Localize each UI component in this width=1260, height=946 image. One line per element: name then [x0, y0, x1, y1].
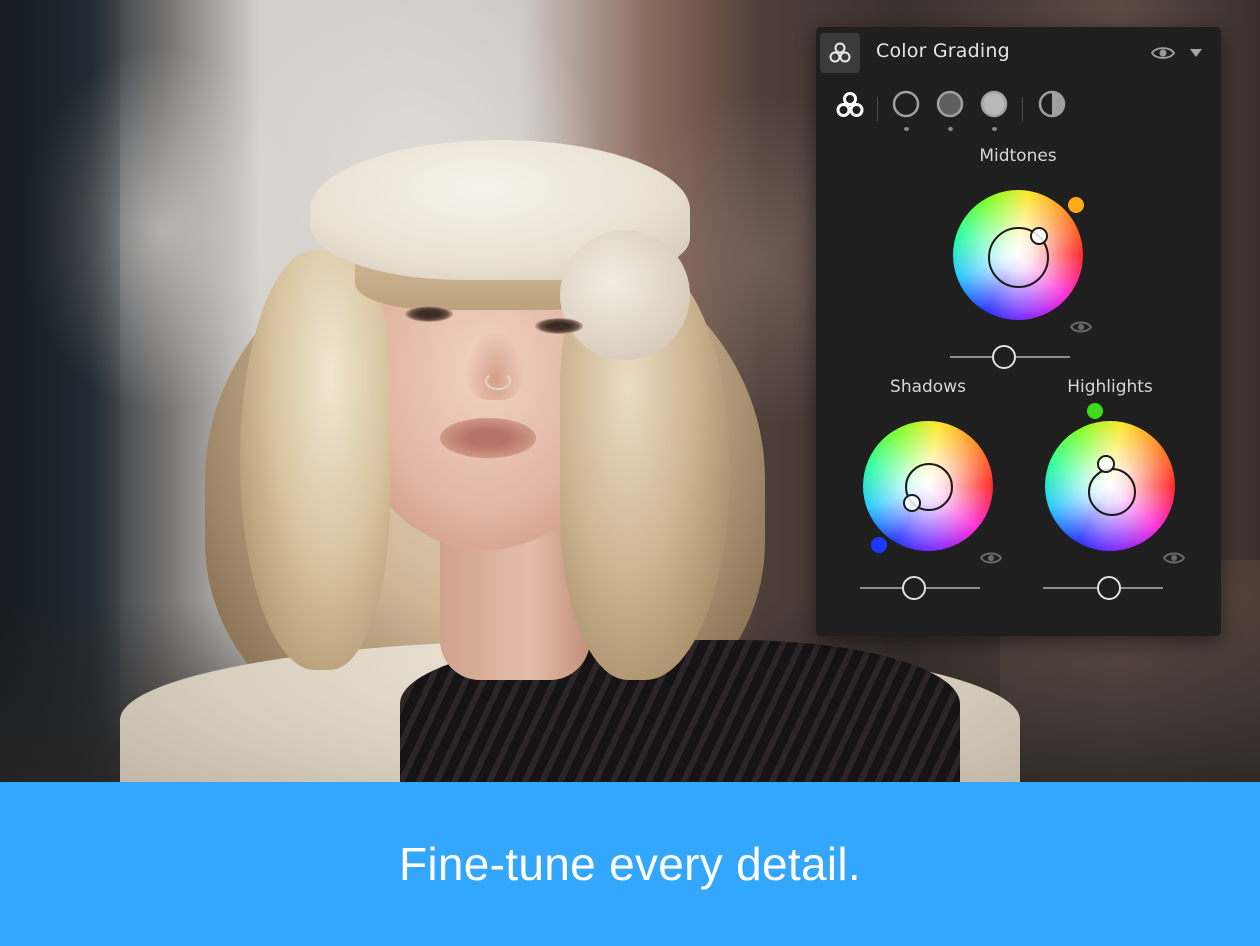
midtones-wheel-container — [953, 190, 1083, 320]
subject-lips — [440, 418, 536, 458]
subject-eye-right — [535, 318, 583, 334]
mode-separator — [877, 97, 878, 121]
three-way-mode-button[interactable] — [833, 89, 867, 131]
mode-indicator-dot — [947, 127, 953, 131]
panel-header[interactable]: Color Grading — [816, 27, 1221, 81]
midtones-wheel-handle[interactable] — [1030, 227, 1048, 245]
shadows-wheel-container — [863, 421, 993, 551]
caption-banner: Fine-tune every detail. — [0, 782, 1260, 946]
grading-mode-selector — [816, 87, 1221, 137]
shadows-label: Shadows — [890, 377, 966, 397]
highlights-wheel-container — [1045, 421, 1175, 551]
slider-knob[interactable] — [992, 345, 1016, 369]
shadows-hue-dot[interactable] — [871, 537, 887, 553]
midtones-luminance-slider[interactable] — [950, 345, 1070, 369]
midtones-label: Midtones — [979, 146, 1057, 166]
highlights-label: Highlights — [1067, 377, 1153, 397]
panel-title: Color Grading — [876, 40, 1010, 62]
highlights-luminance-ring — [1088, 468, 1136, 516]
half-circle-icon — [1037, 89, 1067, 123]
midtones-hue-dot[interactable] — [1068, 197, 1084, 213]
light-circle-icon — [979, 89, 1009, 123]
mode-separator — [1022, 97, 1023, 121]
eye-icon[interactable] — [1069, 318, 1093, 336]
highlights-luminance-slider[interactable] — [1043, 576, 1163, 600]
mid-circle-icon — [935, 89, 965, 123]
color-grading-panel: Color Grading Midtones Shadows Highlight… — [816, 27, 1221, 636]
three-circles-icon — [834, 89, 866, 125]
eye-icon[interactable] — [1150, 43, 1176, 63]
shadows-luminance-slider[interactable] — [860, 576, 980, 600]
subject-hair-left — [240, 250, 390, 670]
caption-text: Fine-tune every detail. — [398, 838, 862, 890]
highlights-wheel-handle[interactable] — [1097, 455, 1115, 473]
mode-indicator-dot — [903, 127, 909, 131]
collapse-caret-icon[interactable] — [1188, 45, 1204, 61]
eye-icon[interactable] — [979, 549, 1003, 567]
color-grading-icon[interactable] — [820, 33, 860, 73]
subject-cap-brim — [560, 230, 690, 360]
highlights-hue-dot[interactable] — [1087, 403, 1103, 419]
subject-eye-left — [405, 306, 453, 322]
subject-nose-ring — [485, 372, 511, 390]
dark-circle-icon — [891, 89, 921, 123]
highlights-mode-button[interactable] — [977, 89, 1011, 131]
mode-indicator-dot — [991, 127, 997, 131]
midtones-mode-button[interactable] — [933, 89, 967, 131]
slider-knob[interactable] — [1097, 576, 1121, 600]
slider-knob[interactable] — [902, 576, 926, 600]
global-mode-button[interactable] — [1035, 89, 1069, 131]
shadows-mode-button[interactable] — [889, 89, 923, 131]
shadows-wheel-handle[interactable] — [903, 494, 921, 512]
eye-icon[interactable] — [1162, 549, 1186, 567]
